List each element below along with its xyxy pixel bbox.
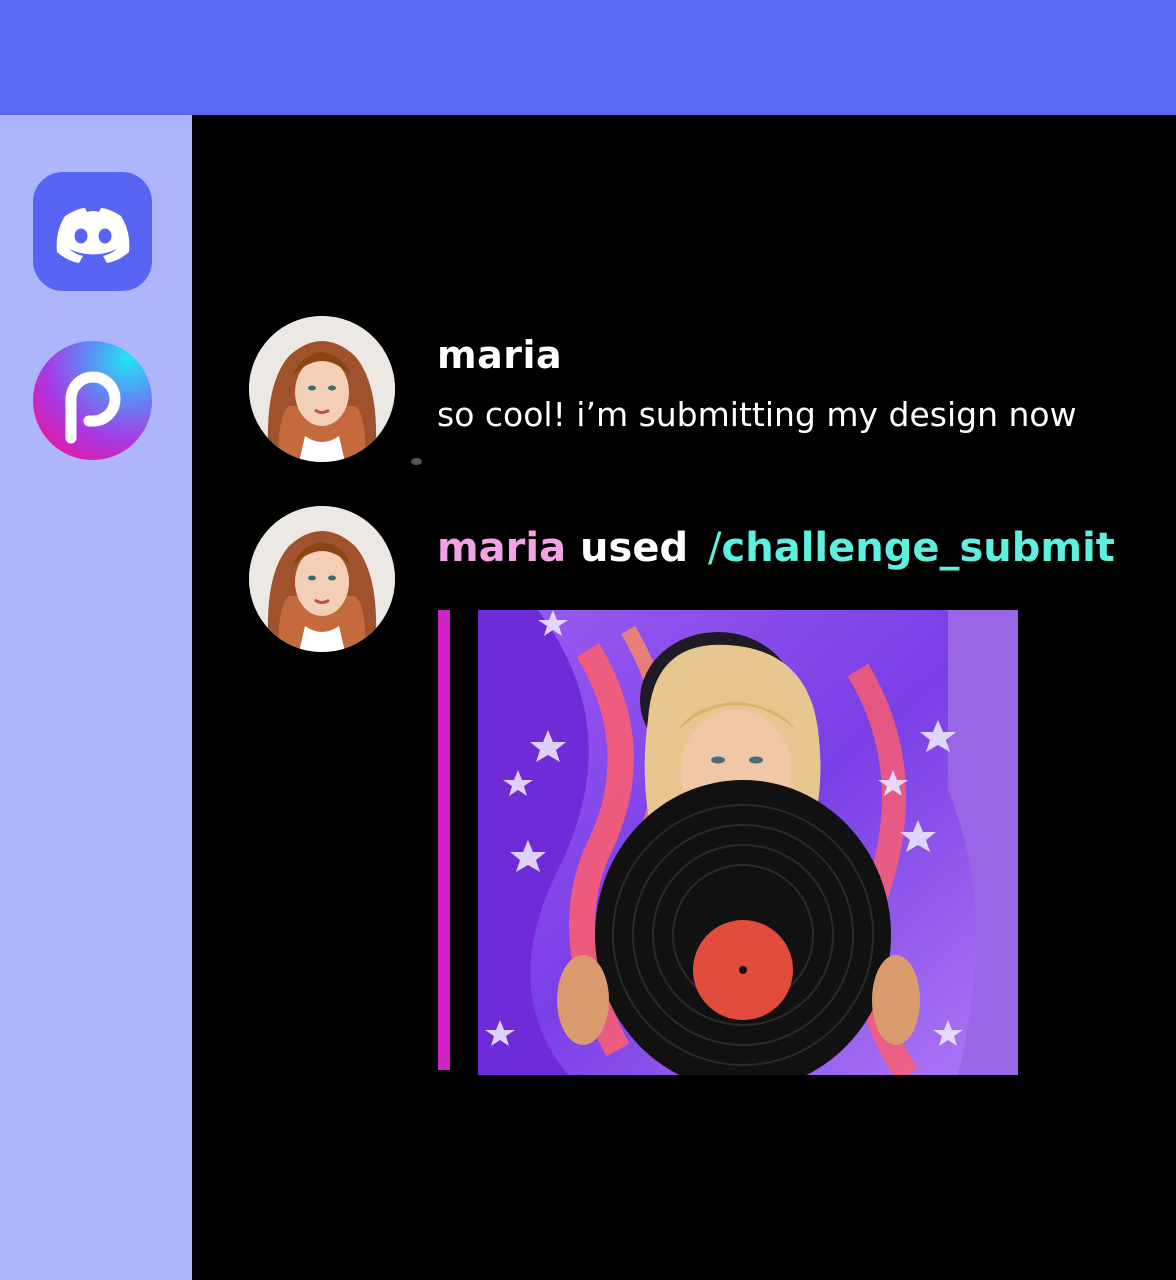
user-avatar[interactable] xyxy=(249,506,395,652)
discord-icon[interactable] xyxy=(33,172,152,291)
message-username[interactable]: maria xyxy=(437,333,562,377)
command-verb: used xyxy=(580,525,689,571)
message-text: so cool! i’m submitting my design now xyxy=(437,395,1077,434)
command-username[interactable]: maria xyxy=(437,525,566,571)
sidebar xyxy=(0,115,192,1280)
submission-image[interactable] xyxy=(478,610,1018,1075)
user-avatar[interactable] xyxy=(249,316,395,462)
typing-indicator xyxy=(411,458,422,465)
command-slash: / xyxy=(708,525,722,571)
top-bar xyxy=(0,0,1176,115)
command-name[interactable]: challenge_submit xyxy=(722,525,1115,571)
slash-command-line: maria used /challenge_submit xyxy=(437,525,1115,571)
chat-area: maria so cool! i’m submitting my design … xyxy=(192,115,1176,1280)
embed-accent-bar xyxy=(438,610,450,1070)
picsart-icon[interactable] xyxy=(33,341,152,460)
